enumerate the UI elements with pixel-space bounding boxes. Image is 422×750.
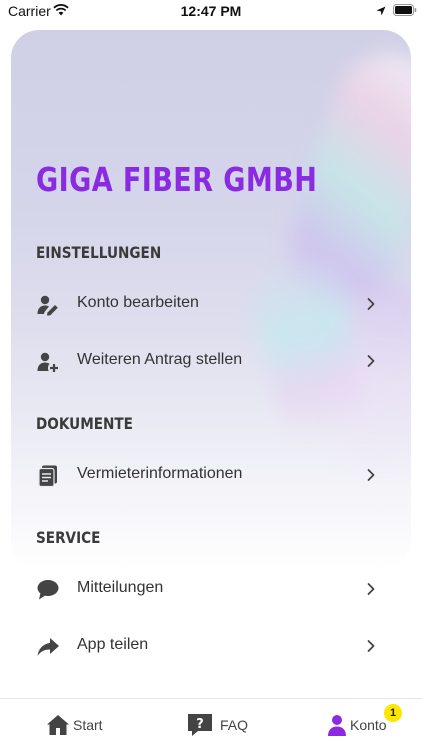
menu-item-konto-bearbeiten[interactable]: Konto bearbeiten [26,281,396,327]
share-icon [37,638,59,656]
section-title-einstellungen: EINSTELLUNGEN [36,243,162,262]
clock: 12:47 PM [180,3,242,19]
menu-item-label: App teilen [77,636,149,653]
user-add-icon [37,352,58,372]
tab-start[interactable]: Start [40,699,120,750]
chevron-right-icon [367,583,375,595]
person-icon [328,715,346,736]
home-icon [47,715,69,735]
tab-bar: Start ? FAQ Konto [0,698,422,750]
chat-bubble-icon [37,580,59,600]
location-arrow-icon [376,6,386,16]
section-title-service: SERVICE [36,528,101,547]
section-title-dokumente: DOKUMENTE [36,414,133,433]
menu-item-label: Weiteren Antrag stellen [77,351,243,368]
menu-item-vermieterinformationen[interactable]: Vermieterinformationen [26,452,396,498]
chevron-right-icon [367,640,375,652]
menu-item-app-teilen[interactable]: App teilen [26,623,396,669]
question-icon: ? [188,714,212,736]
chevron-right-icon [367,298,375,310]
user-edit-icon [37,295,58,316]
document-icon [38,465,57,488]
tab-label: Konto [350,717,387,733]
menu-item-label: Vermieterinformationen [77,465,243,482]
menu-item-label: Mitteilungen [77,579,164,596]
menu-item-weiteren-antrag[interactable]: Weiteren Antrag stellen [26,338,396,384]
notification-badge: 1 [384,704,402,722]
chevron-right-icon [367,355,375,367]
battery-icon [393,4,417,16]
menu-item-mitteilungen[interactable]: Mitteilungen [26,566,396,612]
company-name: GIGA FIBER GMBH [36,160,318,199]
menu-item-label: Konto bearbeiten [77,294,199,311]
chevron-right-icon [367,469,375,481]
tab-label: Start [73,717,103,733]
tab-faq[interactable]: ? FAQ [180,699,260,750]
tab-label: FAQ [220,717,249,733]
status-bar: Carrier 12:47 PM [0,0,422,26]
svg-text:?: ? [196,717,204,732]
